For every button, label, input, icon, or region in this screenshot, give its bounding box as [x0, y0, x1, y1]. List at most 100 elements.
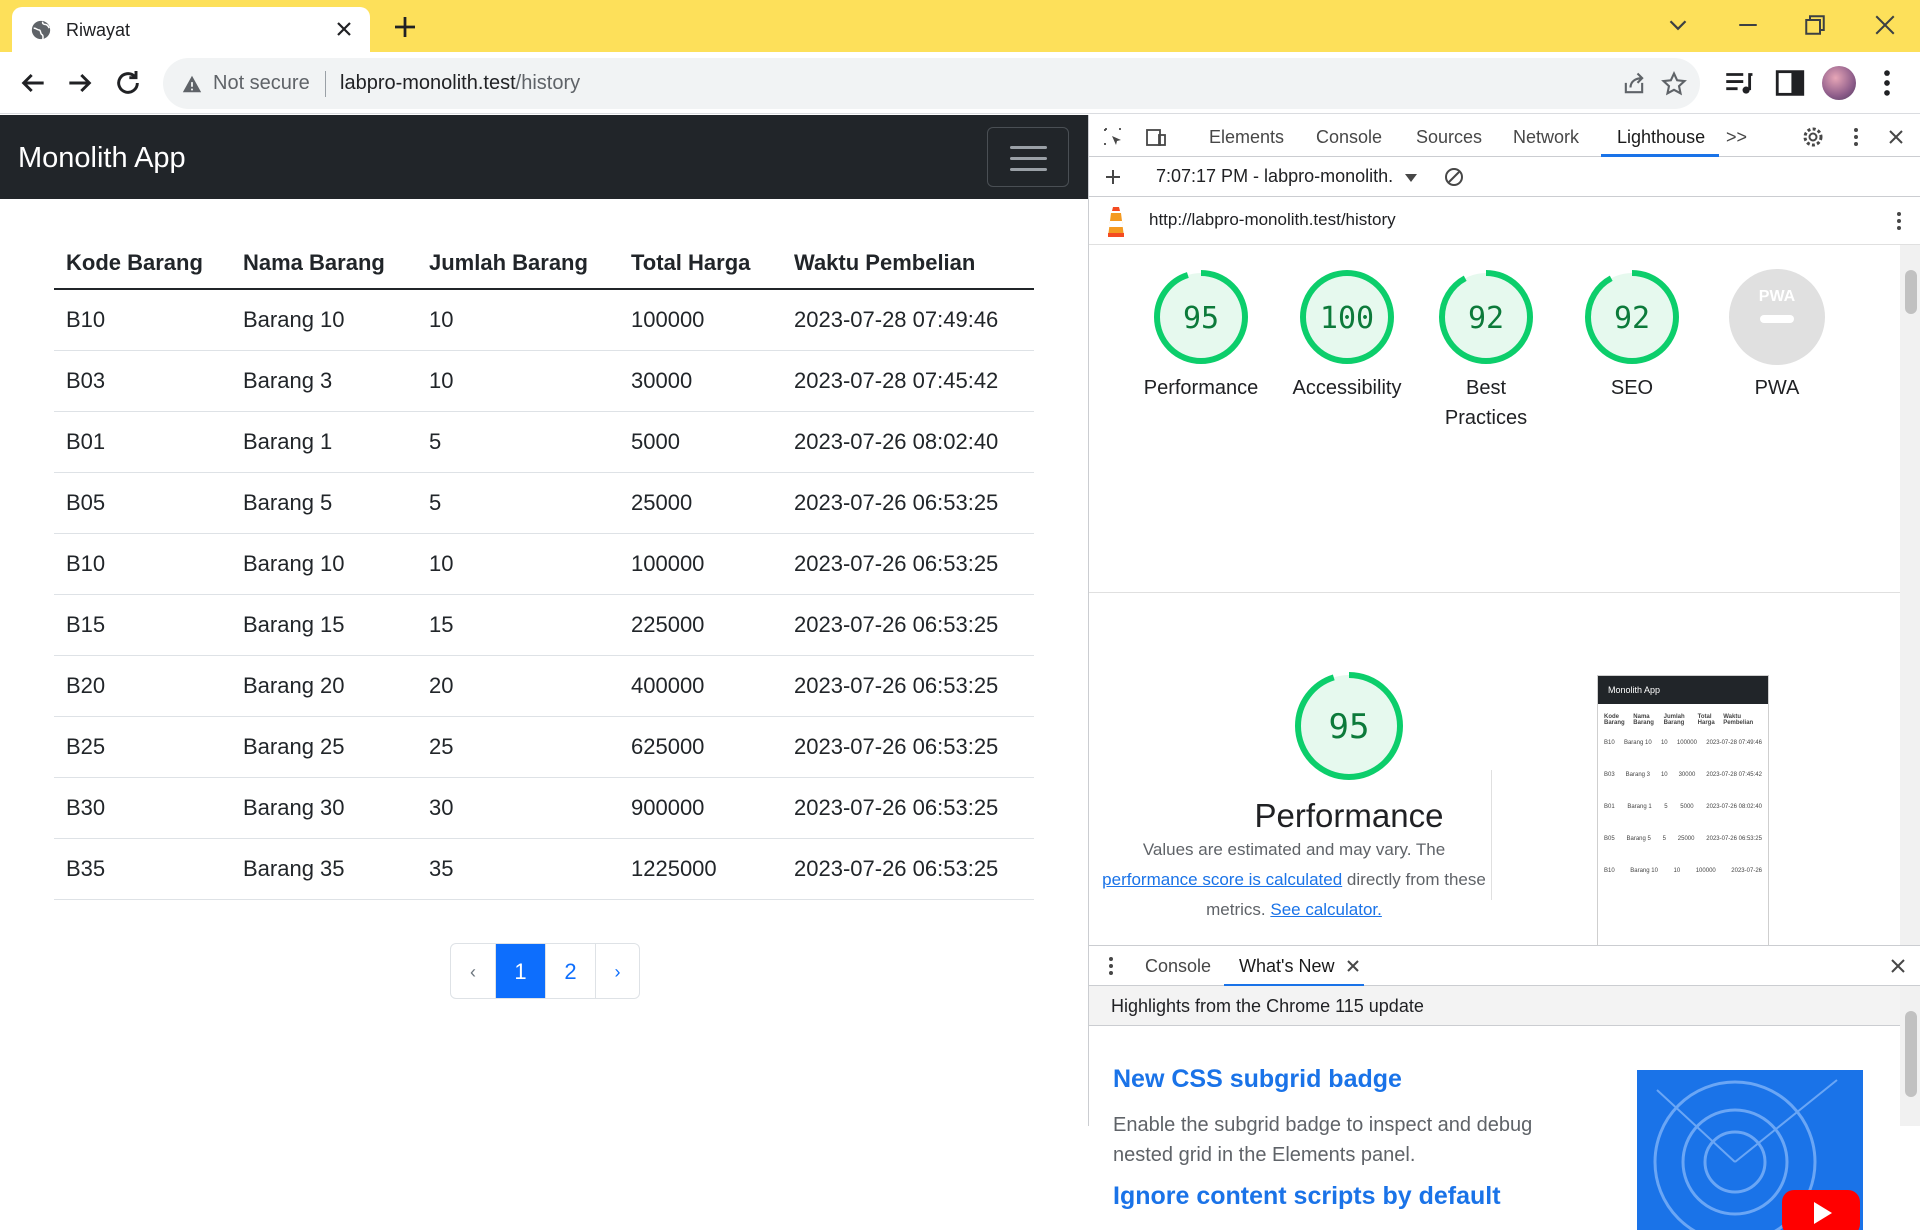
col-kode-barang: Kode Barang — [54, 237, 231, 290]
news-item-description: Enable the subgrid badge to inspect and … — [1113, 1114, 1533, 1166]
whats-new-video-thumbnail[interactable] — [1637, 1070, 1863, 1230]
pagination-next[interactable]: › — [595, 944, 639, 998]
close-tab-icon[interactable] — [1341, 954, 1365, 978]
whats-new-header: Highlights from the Chrome 115 update — [1089, 986, 1900, 1026]
performance-score-ring: 95 — [1295, 672, 1403, 780]
thumb-cell: 10 — [1673, 868, 1681, 874]
gauge-label: Best Practices — [1444, 377, 1528, 429]
profile-avatar[interactable] — [1822, 66, 1856, 100]
cell: B01 — [54, 411, 231, 473]
minimize-icon[interactable] — [1733, 10, 1763, 40]
gauge-accessibility[interactable]: 100 Accessibility — [1282, 267, 1412, 403]
thumb-cell: B05 — [1604, 836, 1615, 842]
app-brand[interactable]: Monolith App — [18, 142, 186, 175]
cell: B10 — [54, 533, 231, 595]
side-panel-icon[interactable] — [1773, 66, 1807, 100]
page-screenshot-thumbnail[interactable]: Monolith App Kode Barang Nama Barang Jumla… — [1597, 675, 1769, 945]
cell: 2023-07-26 06:53:25 — [782, 533, 1034, 595]
drawer-tab-whats-new[interactable]: What's New — [1239, 956, 1334, 977]
cell: 2023-07-26 06:53:25 — [782, 655, 1034, 717]
thumb-cell: 2023-07-28 07:45:42 — [1706, 772, 1762, 778]
browser-tab[interactable]: Riwayat — [12, 7, 370, 52]
reload-icon[interactable] — [112, 67, 144, 99]
drawer-tab-console[interactable]: Console — [1145, 956, 1211, 977]
scrollbar-thumb[interactable] — [1905, 1011, 1917, 1097]
gear-icon[interactable] — [1801, 125, 1825, 149]
cell: 2023-07-28 07:45:42 — [782, 350, 1034, 412]
close-devtools-icon[interactable] — [1884, 125, 1908, 149]
more-options-icon[interactable] — [1844, 125, 1868, 149]
gauge-seo[interactable]: 92 SEO — [1574, 267, 1690, 403]
cell: 10 — [417, 350, 619, 412]
cell: Barang 1 — [231, 411, 417, 473]
pagination-page-1[interactable]: 1 — [495, 944, 545, 998]
whats-new-heading: Highlights from the Chrome 115 update — [1111, 996, 1424, 1016]
cell: 15 — [417, 594, 619, 656]
devtools-tabbar: Elements Console Sources Network Lightho… — [1089, 115, 1920, 157]
inspect-element-icon[interactable] — [1101, 125, 1125, 149]
url-host: labpro-monolith.test — [340, 72, 516, 94]
report-menu-icon[interactable] — [1887, 209, 1911, 233]
pagination-page-2[interactable]: 2 — [545, 944, 595, 998]
address-bar[interactable]: Not secure labpro-monolith.test/history — [163, 58, 1700, 109]
forward-icon[interactable] — [64, 67, 96, 99]
score-calculated-link[interactable]: performance score is calculated — [1102, 870, 1342, 889]
thumbnail-row: B01 Barang 1 5 5000 2023-07-26 08:02:40 — [1604, 804, 1762, 810]
thumb-cell: Barang 5 — [1626, 836, 1651, 842]
news-item-title[interactable]: Ignore content scripts by default — [1113, 1182, 1573, 1211]
cell: 5000 — [619, 411, 782, 473]
cell: 2023-07-28 07:49:46 — [782, 289, 1034, 351]
gauge-best-practices[interactable]: 92 Best Practices — [1428, 267, 1544, 433]
thumb-cell: Barang 10 — [1623, 740, 1652, 746]
report-scrollbar[interactable] — [1900, 245, 1920, 945]
media-queue-icon[interactable] — [1722, 66, 1756, 100]
cell: 2023-07-26 06:53:25 — [782, 777, 1034, 839]
new-report-icon[interactable] — [1101, 165, 1125, 189]
browser-menu-icon[interactable] — [1870, 66, 1904, 100]
navbar-toggler-button[interactable] — [987, 127, 1069, 187]
close-tab-icon[interactable] — [332, 17, 356, 41]
thumb-cell: Barang 10 — [1630, 868, 1658, 874]
share-icon[interactable] — [1620, 70, 1648, 98]
see-calculator-link[interactable]: See calculator. — [1270, 900, 1382, 919]
gauge-pwa[interactable]: PWA PWA — [1719, 267, 1835, 403]
restore-icon[interactable] — [1800, 10, 1830, 40]
cell: Barang 25 — [231, 716, 417, 778]
tab-lighthouse[interactable]: Lighthouse — [1617, 127, 1705, 148]
audited-url[interactable]: http://labpro-monolith.test/history — [1149, 210, 1396, 230]
close-window-icon[interactable] — [1870, 10, 1900, 40]
table-row: B15 Barang 15 15 225000 2023-07-26 06:53:25 — [54, 594, 1034, 656]
tab-elements[interactable]: Elements — [1209, 127, 1284, 148]
tab-sources[interactable]: Sources — [1416, 127, 1482, 148]
new-tab-icon[interactable] — [390, 12, 420, 42]
pagination-prev[interactable]: ‹ — [451, 944, 495, 998]
tab-console[interactable]: Console — [1316, 127, 1382, 148]
back-icon[interactable] — [17, 67, 49, 99]
drawer-menu-icon[interactable] — [1099, 954, 1123, 978]
warning-icon[interactable] — [181, 73, 203, 95]
close-drawer-icon[interactable] — [1886, 954, 1910, 978]
score-ring: 92 — [1585, 270, 1679, 364]
dropdown-caret-icon[interactable] — [1399, 166, 1423, 190]
device-toolbar-icon[interactable] — [1144, 125, 1168, 149]
whats-new-content: New CSS subgrid badge Enable the subgrid… — [1113, 1065, 1573, 1211]
tab-search-icon[interactable] — [1663, 10, 1693, 40]
scrollbar-thumb[interactable] — [1905, 270, 1917, 314]
thumb-cell: B01 — [1604, 804, 1615, 810]
thumb-cell: 2023-07-28 07:49:46 — [1706, 740, 1762, 746]
news-item-title[interactable]: New CSS subgrid badge — [1113, 1065, 1573, 1094]
url-text[interactable]: labpro-monolith.test/history — [340, 72, 580, 95]
security-label[interactable]: Not secure — [213, 72, 310, 95]
tab-network[interactable]: Network — [1513, 127, 1579, 148]
clear-icon[interactable] — [1442, 165, 1466, 189]
report-selector[interactable]: 7:07:17 PM - labpro-monolith. — [1156, 166, 1393, 187]
thumb-cell: 100000 — [1676, 740, 1697, 746]
thumb-cell: Total Harga — [1697, 714, 1715, 726]
more-tabs-button[interactable]: >> — [1726, 127, 1747, 148]
cell: 25000 — [619, 472, 782, 534]
thumbnail-navbar: Monolith App — [1598, 676, 1768, 704]
gauge-performance[interactable]: 95 Performance — [1136, 267, 1266, 403]
thumb-cell: B03 — [1604, 772, 1615, 778]
drawer-scrollbar[interactable] — [1900, 986, 1920, 1126]
bookmark-star-icon[interactable] — [1660, 70, 1688, 98]
